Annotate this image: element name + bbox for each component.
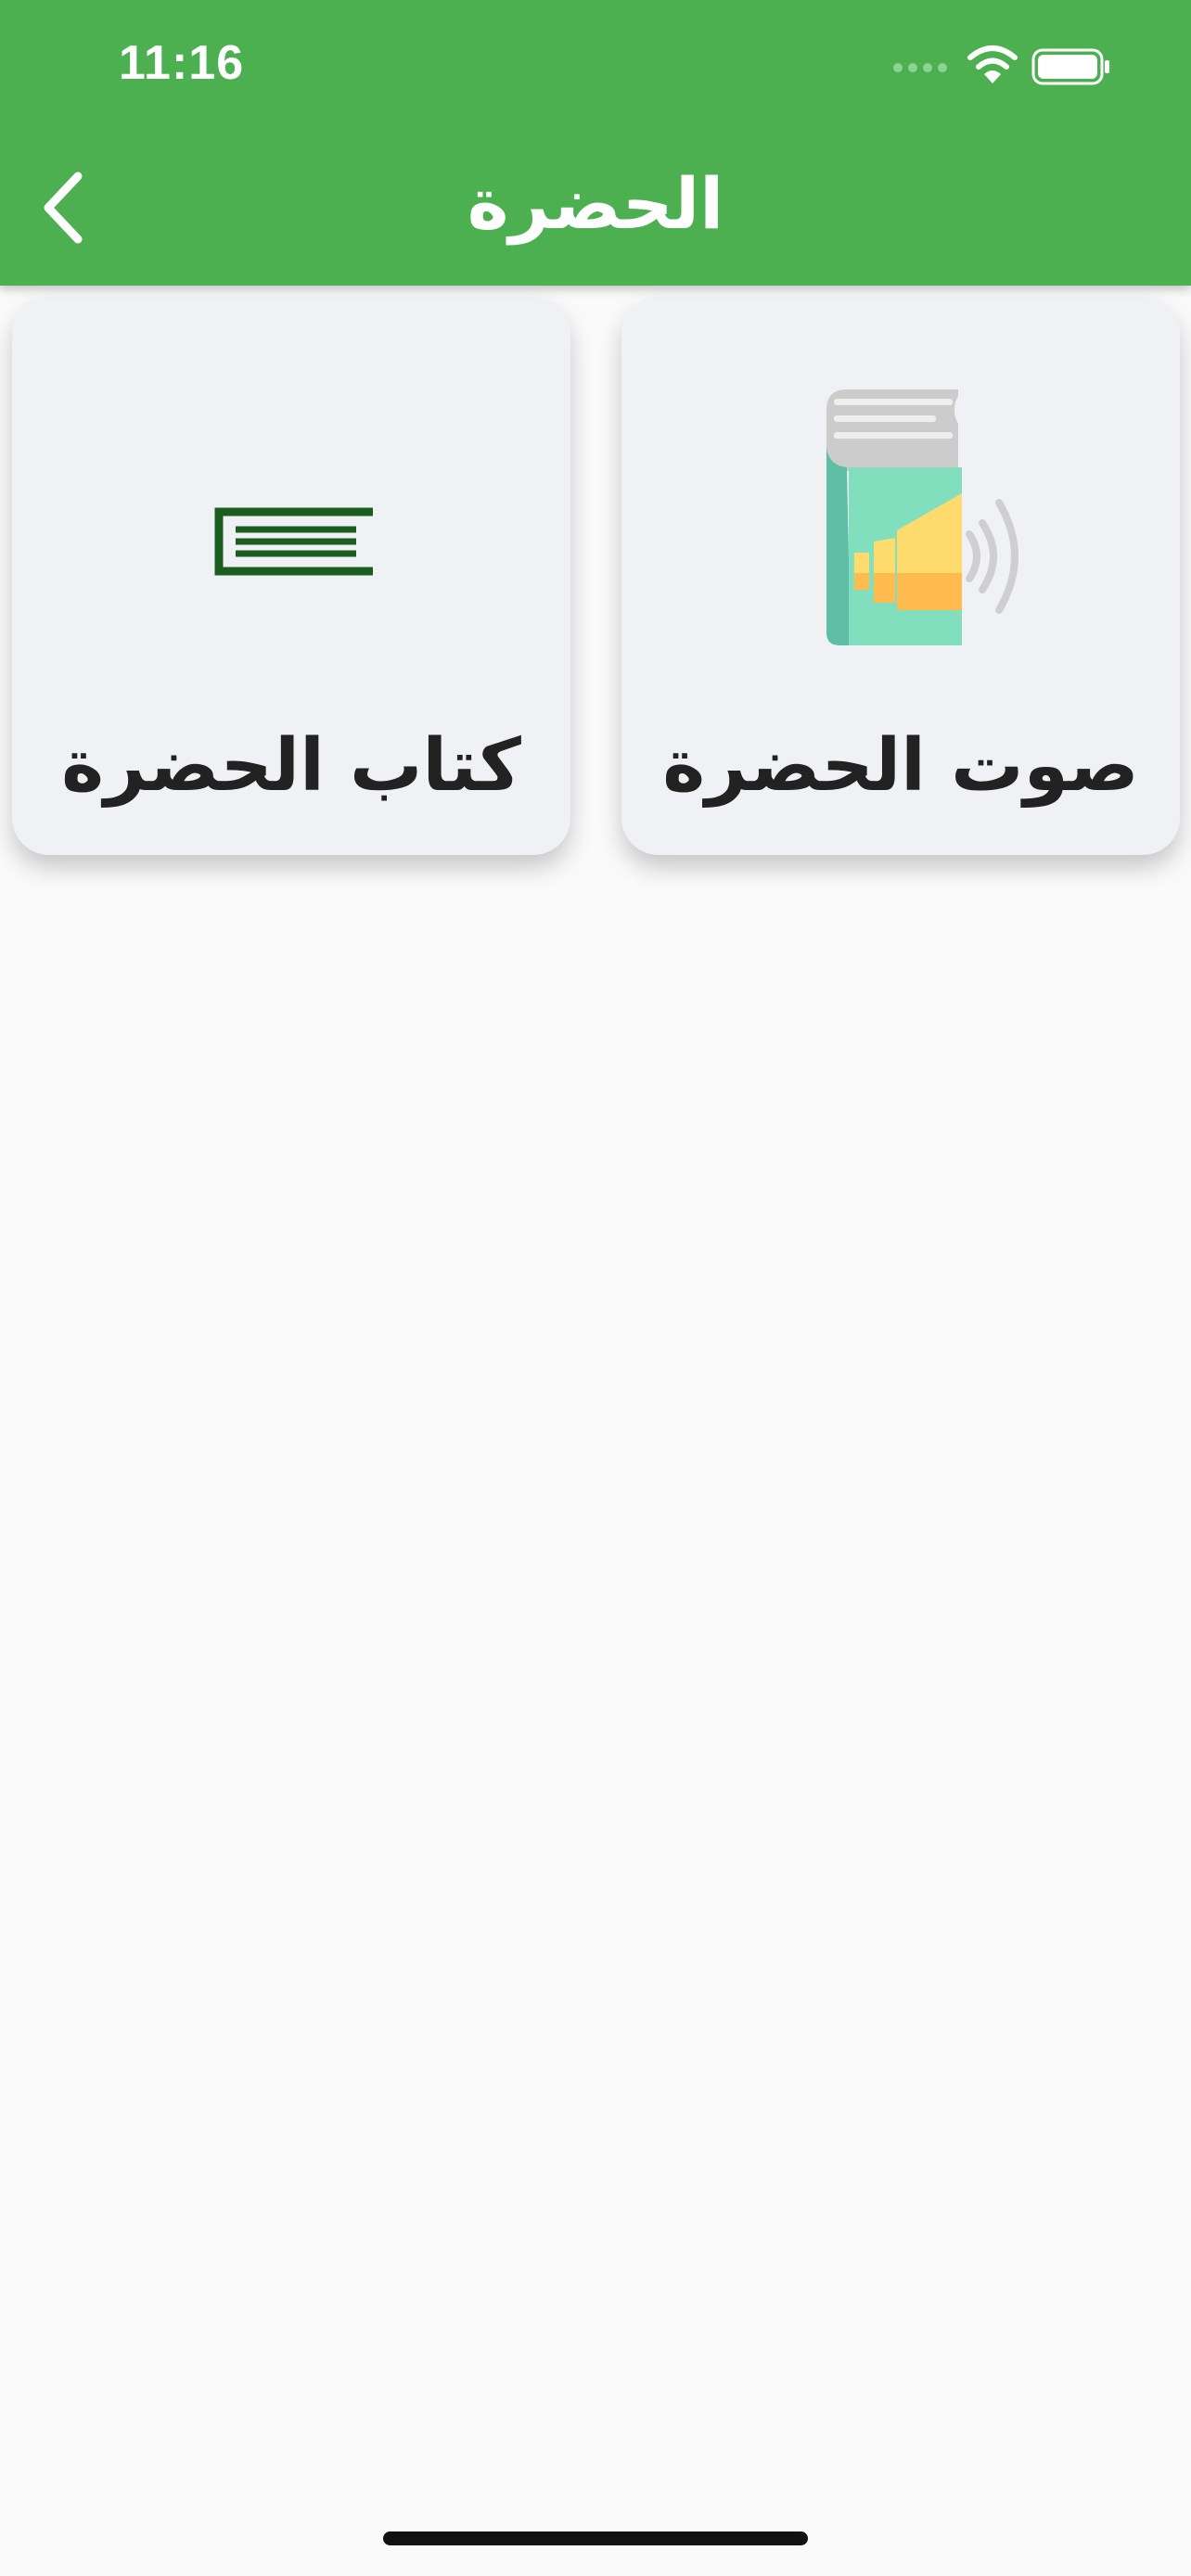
page-title: الحضرة (467, 162, 724, 245)
home-indicator[interactable] (383, 2531, 808, 2545)
app-bar: 11:16 الحضرة (0, 0, 1191, 286)
book-card[interactable]: كتاب الحضرة (12, 297, 570, 855)
status-time: 11:16 (119, 36, 245, 90)
audio-card[interactable]: صوت الحضرة (621, 297, 1180, 855)
back-button[interactable] (22, 163, 111, 252)
wifi-icon (967, 45, 1018, 83)
status-icons (892, 45, 1115, 89)
cellular-signal-icon (893, 63, 947, 72)
app-screen: 11:16 الحضرة صوت الحضرة كتاب الحضرة (0, 0, 1191, 2576)
audio-book-speaker-icon (826, 382, 1018, 645)
audio-card-label: صوت الحضرة (662, 724, 1139, 808)
book-card-label: كتاب الحضرة (61, 724, 521, 808)
book-lines-icon (214, 507, 373, 576)
chevron-left-icon (44, 172, 83, 244)
battery-icon (1031, 48, 1109, 85)
